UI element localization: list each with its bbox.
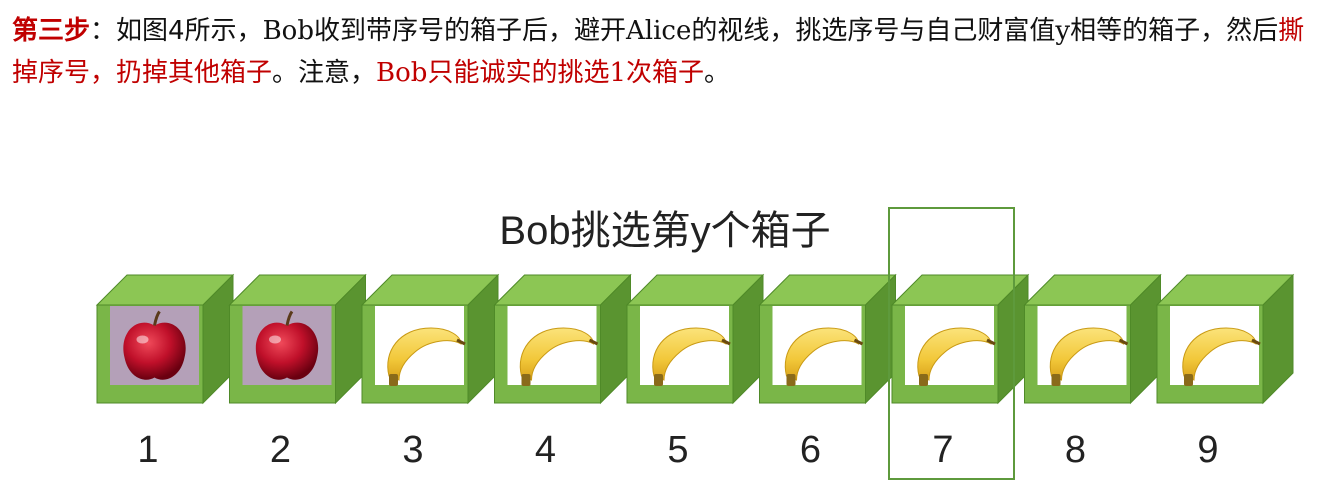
box-7 — [890, 273, 1030, 405]
box-2 — [228, 273, 367, 405]
box-number-label: 1 — [137, 429, 158, 471]
box-4 — [493, 273, 632, 405]
box-number-label: 9 — [1197, 429, 1218, 471]
box-9 — [1155, 273, 1295, 405]
box-number-label: 5 — [667, 429, 688, 471]
box-number-label: 4 — [535, 429, 556, 471]
box-number-label: 3 — [402, 429, 423, 471]
box-8 — [1023, 273, 1162, 405]
box-6 — [758, 273, 897, 405]
box-1 — [95, 273, 235, 405]
figure-title: Bob挑选第y个箱子 — [499, 209, 830, 253]
boxes-row: 1 2 3 4 5 6 7 8 9 — [95, 273, 1295, 471]
box-number-label: 8 — [1065, 429, 1086, 471]
box-number-label: 6 — [800, 429, 821, 471]
box-number-label: 7 — [932, 429, 953, 471]
box-selection-figure: Bob挑选第y个箱子 1 2 3 4 5 6 7 8 9 — [95, 207, 1295, 480]
box-3 — [360, 273, 500, 405]
box-number-label: 2 — [270, 429, 291, 471]
box-5 — [625, 273, 765, 405]
